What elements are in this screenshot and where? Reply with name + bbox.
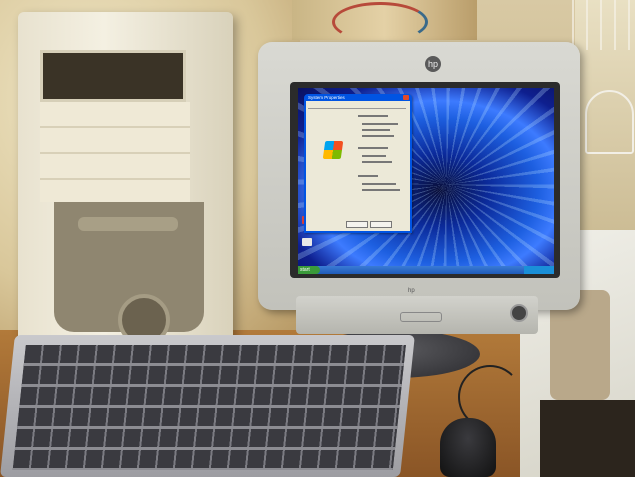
close-icon[interactable]	[403, 95, 409, 100]
system-tray	[524, 266, 554, 274]
keyboard	[0, 335, 415, 477]
text-line	[362, 183, 396, 185]
desktop-screen: System Properties start	[298, 88, 554, 274]
text-line	[362, 189, 400, 191]
system-properties-dialog[interactable]: System Properties	[304, 94, 412, 233]
text-line	[362, 135, 394, 137]
cancel-button[interactable]	[370, 221, 392, 228]
text-line	[358, 147, 388, 149]
text-line	[362, 155, 386, 157]
dialog-title: System Properties	[308, 95, 345, 100]
computer-tower	[18, 12, 233, 362]
monitor-brand: hp	[408, 288, 415, 294]
crt-monitor: hp System Properties start hp	[258, 42, 580, 310]
floor-shadow	[540, 400, 635, 477]
drive-bays	[40, 102, 190, 202]
panel-tray	[78, 217, 178, 231]
hp-logo-icon: hp	[425, 56, 441, 72]
poster-swirl	[332, 2, 428, 42]
menu-button[interactable]	[400, 312, 442, 322]
power-button-icon[interactable]	[510, 304, 528, 322]
optical-drive	[40, 50, 186, 102]
text-line	[358, 175, 378, 177]
monitor-stand-panel	[296, 296, 538, 334]
wall-poster	[292, 0, 477, 42]
desktop-icon	[302, 238, 312, 246]
window-arch	[585, 90, 634, 154]
keyboard-keys	[12, 345, 406, 470]
mouse	[440, 418, 496, 477]
text-line	[358, 115, 388, 117]
taskbar: start	[298, 266, 554, 274]
text-line	[362, 161, 392, 163]
dialog-tabs[interactable]	[308, 103, 406, 109]
ok-button[interactable]	[346, 221, 368, 228]
windows-logo-icon	[322, 141, 344, 159]
text-line	[362, 123, 398, 125]
text-line	[362, 129, 390, 131]
start-button[interactable]: start	[298, 266, 320, 274]
photo-scene: hp System Properties start hp	[0, 0, 635, 477]
